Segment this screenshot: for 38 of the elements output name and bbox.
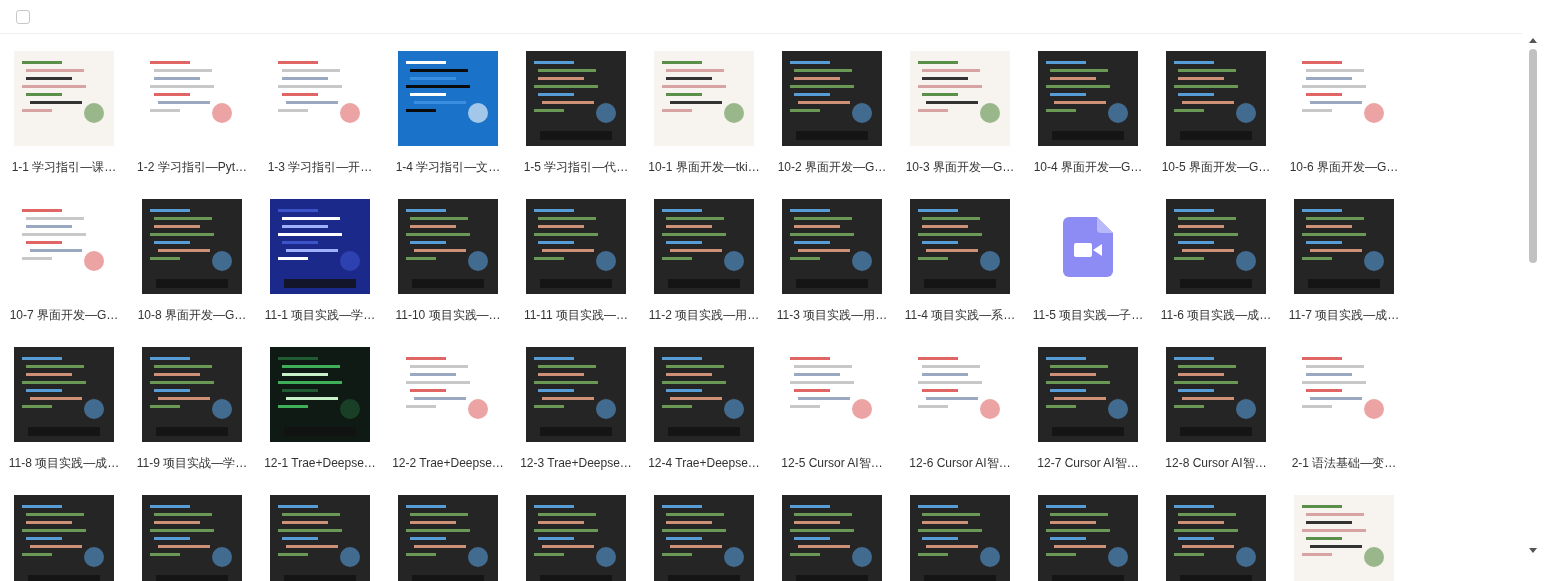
file-name[interactable]: 10-5 界面开发—G… bbox=[1161, 157, 1271, 177]
file-name[interactable]: 1-5 学习指引—代… bbox=[523, 157, 629, 177]
file-name[interactable]: 11-11 项目实践—… bbox=[523, 305, 629, 325]
file-name[interactable]: 1-2 学习指引—Pyt… bbox=[137, 157, 247, 177]
file-name[interactable]: 10-8 界面开发—G… bbox=[137, 305, 247, 325]
file-name[interactable]: 1-1 学习指引—课… bbox=[11, 157, 117, 177]
scrollbar-thumb[interactable] bbox=[1529, 49, 1537, 263]
file-name[interactable]: 12-4 Trae+Deepse… bbox=[648, 453, 760, 473]
file-name[interactable]: 11-1 项目实践—学… bbox=[264, 305, 376, 325]
file-name[interactable]: 11-2 项目实践—用… bbox=[648, 305, 760, 325]
file-name[interactable]: 12-6 Cursor AI智… bbox=[909, 453, 1011, 473]
file-name[interactable]: 12-8 Cursor AI智… bbox=[1165, 453, 1267, 473]
file-name[interactable]: 11-7 项目实践—成… bbox=[1288, 305, 1400, 325]
file-name[interactable]: 10-4 界面开发—G… bbox=[1033, 157, 1143, 177]
file-name[interactable]: 12-2 Trae+Deepse… bbox=[392, 453, 504, 473]
file-name[interactable]: 11-9 项目实战—学… bbox=[136, 453, 248, 473]
video-file-icon bbox=[1063, 216, 1113, 277]
file-name[interactable]: 11-10 项目实践—… bbox=[395, 305, 501, 325]
file-name[interactable]: 10-2 界面开发—G… bbox=[777, 157, 887, 177]
select-all-checkbox[interactable] bbox=[16, 9, 30, 24]
scroll-up-icon[interactable] bbox=[1529, 38, 1537, 43]
file-name[interactable]: 12-7 Cursor AI智… bbox=[1037, 453, 1139, 473]
scroll-down-icon[interactable] bbox=[1529, 548, 1537, 553]
file-name[interactable]: 11-5 项目实践—子… bbox=[1032, 305, 1144, 325]
file-name[interactable]: 11-4 项目实践—系… bbox=[904, 305, 1016, 325]
file-name[interactable]: 12-1 Trae+Deepse… bbox=[264, 453, 376, 473]
file-name[interactable]: 10-3 界面开发—G… bbox=[905, 157, 1015, 177]
file-name[interactable]: 2-1 语法基础—变… bbox=[1291, 453, 1397, 473]
file-name[interactable]: 11-8 项目实践—成… bbox=[8, 453, 120, 473]
file-name[interactable]: 1-3 学习指引—开… bbox=[267, 157, 373, 177]
file-name[interactable]: 1-4 学习指引—文… bbox=[395, 157, 501, 177]
file-name[interactable]: 10-7 界面开发—G… bbox=[9, 305, 119, 325]
file-name[interactable]: 10-1 界面开发—tki… bbox=[648, 157, 760, 177]
file-name[interactable]: 12-3 Trae+Deepse… bbox=[520, 453, 632, 473]
file-name[interactable]: 12-5 Cursor AI智… bbox=[781, 453, 883, 473]
file-name[interactable]: 11-6 项目实践—成… bbox=[1160, 305, 1272, 325]
file-name[interactable]: 10-6 界面开发—G… bbox=[1289, 157, 1399, 177]
file-name[interactable]: 11-3 项目实践—用… bbox=[776, 305, 888, 325]
